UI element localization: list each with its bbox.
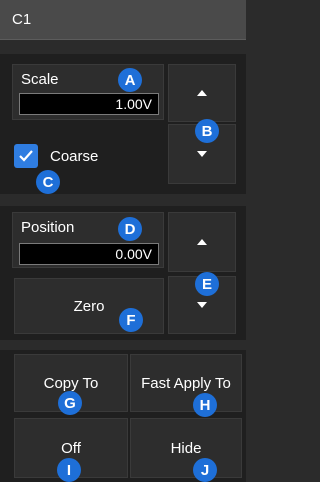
marker-i: I (57, 458, 81, 482)
position-up-button[interactable] (168, 212, 236, 272)
scale-value-field[interactable]: 1.00V (19, 93, 159, 115)
marker-e: E (195, 272, 219, 296)
triangle-down-icon (197, 302, 207, 308)
triangle-up-icon (197, 90, 207, 96)
coarse-label: Coarse (50, 148, 99, 165)
position-value-field[interactable]: 0.00V (19, 243, 159, 265)
triangle-up-icon (197, 239, 207, 245)
fast-apply-to-button[interactable]: Fast Apply To (130, 354, 242, 412)
marker-a: A (118, 68, 142, 92)
checkbox-checked-icon[interactable] (14, 144, 38, 168)
triangle-down-icon (197, 151, 207, 157)
marker-d: D (118, 217, 142, 241)
position-panel[interactable]: Position 0.00V (12, 212, 164, 268)
scale-panel[interactable]: Scale 1.00V (12, 64, 164, 120)
marker-b: B (195, 119, 219, 143)
scale-up-button[interactable] (168, 64, 236, 122)
marker-f: F (119, 308, 143, 332)
coarse-toggle[interactable]: Coarse (12, 134, 164, 182)
channel-title: C1 (0, 0, 246, 40)
marker-h: H (193, 393, 217, 417)
hide-button[interactable]: Hide (130, 418, 242, 478)
position-label: Position (21, 219, 75, 236)
marker-g: G (58, 391, 82, 415)
scale-label: Scale (21, 71, 59, 88)
marker-c: C (36, 170, 60, 194)
marker-j: J (193, 458, 217, 482)
